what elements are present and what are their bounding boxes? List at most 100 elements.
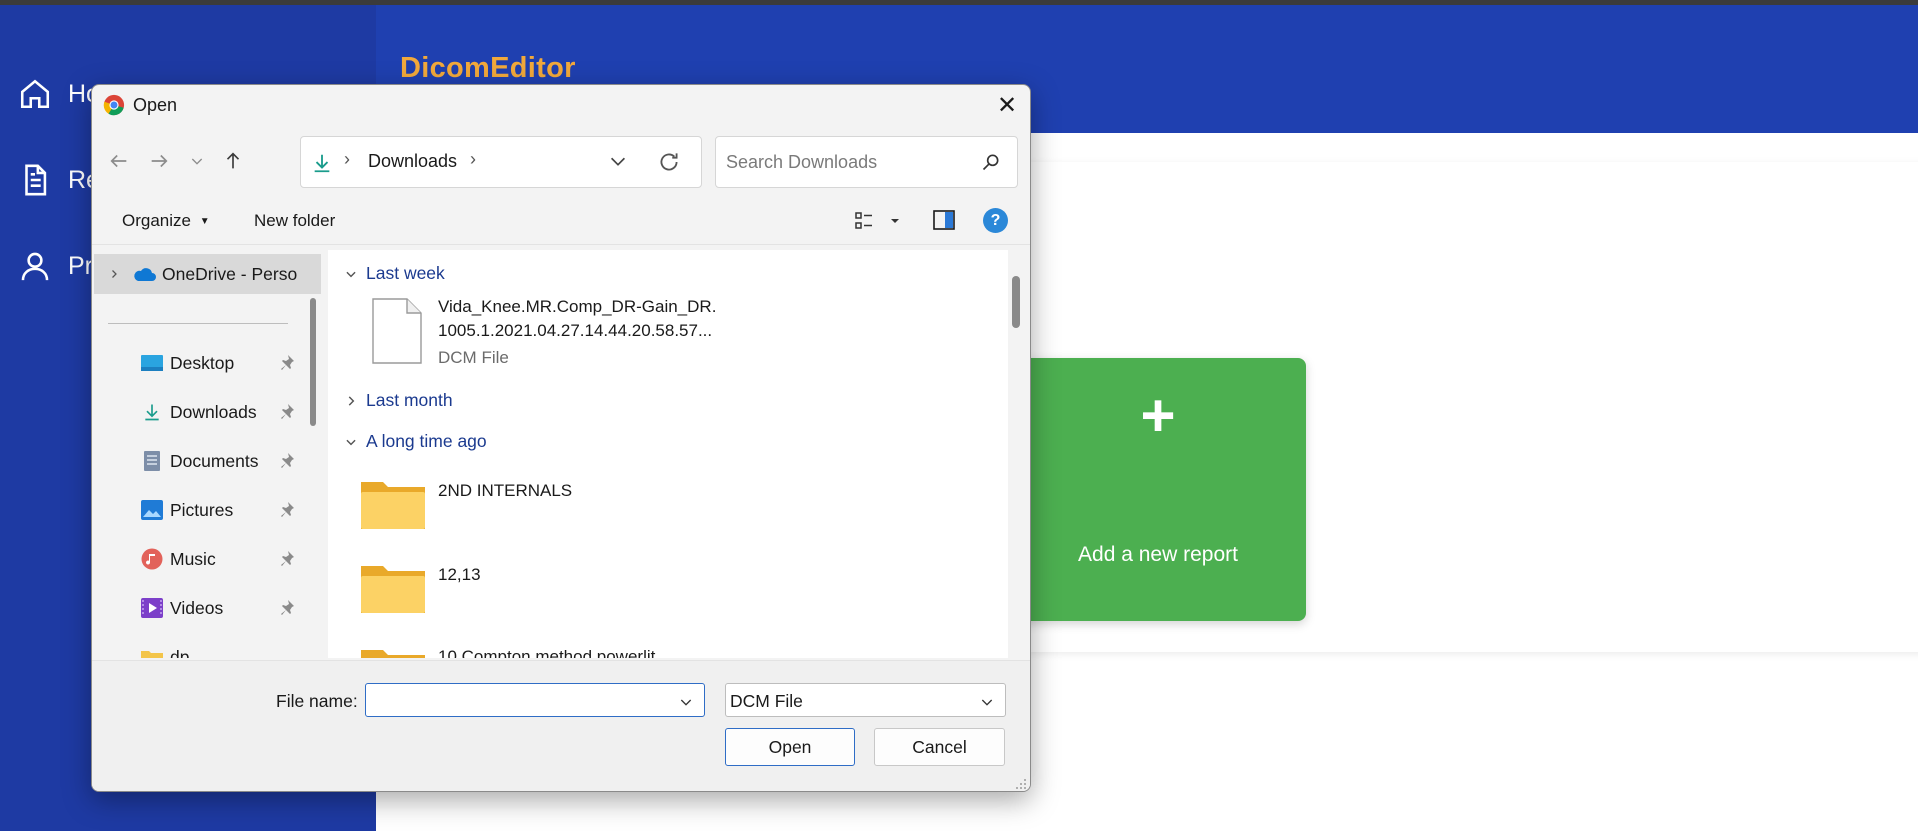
user-icon <box>21 252 49 281</box>
folder-name: 2ND INTERNALS <box>438 481 573 500</box>
group-header-last-month[interactable]: Last month <box>344 390 453 411</box>
folder-icon <box>361 566 425 613</box>
nav-pane-scrollbar[interactable] <box>310 298 316 426</box>
recent-locations-button[interactable] <box>180 144 214 178</box>
nav-item-music[interactable]: Music <box>94 539 321 579</box>
arrow-left-icon <box>110 154 127 168</box>
folder-item-partial[interactable]: 10 Compton method powerlit <box>360 644 760 658</box>
nav-item-downloads[interactable]: Downloads <box>94 392 321 432</box>
back-button[interactable] <box>102 144 136 178</box>
nav-item-videos[interactable]: Videos <box>94 588 321 628</box>
onedrive-icon <box>132 263 156 285</box>
address-bar[interactable]: › Downloads › <box>300 136 702 188</box>
breadcrumb-separator: › <box>344 149 350 169</box>
dialog-titlebar[interactable]: Open ✕ <box>92 85 1030 125</box>
pin-icon[interactable] <box>279 550 295 568</box>
up-button[interactable] <box>216 144 250 178</box>
pin-icon[interactable] <box>279 501 295 519</box>
arrow-up-icon <box>226 152 240 169</box>
open-file-dialog: Open ✕ › Downloads › Search Downloads Or… <box>91 84 1031 792</box>
file-type-select[interactable]: DCM File <box>725 683 1006 717</box>
file-item-dcm[interactable]: Vida_Knee.MR.Comp_DR-Gain_DR. 1005.1.202… <box>360 296 760 374</box>
document-icon <box>25 164 47 196</box>
search-icon[interactable] <box>981 152 1001 172</box>
folder-item-12-13[interactable]: 12,13 <box>360 560 760 620</box>
group-header-long-ago[interactable]: A long time ago <box>344 431 487 452</box>
nav-item-onedrive[interactable]: OneDrive - Perso <box>94 254 321 294</box>
chevron-down-icon <box>346 271 356 277</box>
nav-item-label: Downloads <box>170 401 257 422</box>
search-input[interactable] <box>726 150 966 174</box>
folder-icon <box>140 646 164 658</box>
pin-icon[interactable] <box>279 403 295 421</box>
arrow-right-icon <box>151 154 168 168</box>
close-button[interactable]: ✕ <box>984 85 1030 125</box>
breadcrumb-separator[interactable]: › <box>470 149 476 170</box>
nav-item-dp[interactable]: dp <box>94 637 321 658</box>
organize-label: Organize <box>122 211 191 230</box>
videos-icon <box>140 597 164 619</box>
new-folder-button[interactable]: New folder <box>254 211 335 231</box>
file-name-combobox[interactable] <box>365 683 705 717</box>
home-icon <box>20 79 50 109</box>
downloads-icon <box>314 154 330 173</box>
resize-grip-icon[interactable] <box>1015 778 1027 790</box>
pin-icon[interactable] <box>279 452 295 470</box>
file-name-input[interactable] <box>372 690 672 712</box>
file-type: DCM File <box>438 348 509 367</box>
file-list-scrollbar[interactable] <box>1012 276 1020 328</box>
search-box[interactable] <box>715 136 1018 188</box>
chevron-down-icon[interactable] <box>607 150 629 172</box>
preview-pane-button[interactable] <box>932 209 956 236</box>
view-options-button[interactable] <box>854 210 900 237</box>
chrome-icon <box>103 94 125 116</box>
nav-item-label: OneDrive - Perso <box>162 263 298 284</box>
chevron-right-icon <box>348 395 355 406</box>
sidebar-item-reports[interactable]: Re <box>18 163 100 197</box>
sidebar-item-home[interactable]: Ho <box>18 77 100 111</box>
file-name-label: File name: <box>276 691 358 711</box>
add-report-card[interactable]: + Add a new report <box>1010 358 1306 621</box>
nav-item-label: Videos <box>170 597 224 618</box>
file-type-value: DCM File <box>730 691 803 711</box>
caret-down-icon: ▼ <box>199 216 210 228</box>
dialog-footer: File name: DCM File Open Cancel <box>92 660 1030 791</box>
dialog-title: Open <box>133 95 178 115</box>
folder-item-2nd-internals[interactable]: 2ND INTERNALS <box>360 476 760 536</box>
breadcrumb-downloads[interactable]: Downloads <box>368 151 457 172</box>
sidebar-item-profile[interactable]: Pr <box>18 249 93 283</box>
add-report-label: Add a new report <box>1078 543 1238 566</box>
organize-button[interactable]: Organize ▼ <box>122 211 210 231</box>
refresh-icon[interactable] <box>656 149 682 175</box>
chevron-down-icon <box>191 158 203 165</box>
plus-icon: + <box>1140 382 1176 449</box>
cancel-button[interactable]: Cancel <box>874 728 1005 766</box>
folder-icon <box>361 482 425 529</box>
forward-button[interactable] <box>142 144 176 178</box>
chevron-down-icon[interactable] <box>678 694 694 710</box>
close-icon: ✕ <box>996 91 1018 119</box>
nav-item-pictures[interactable]: Pictures <box>94 490 321 530</box>
folder-name: 12,13 <box>438 565 481 584</box>
view-list-icon <box>855 212 899 229</box>
group-label: A long time ago <box>366 431 487 451</box>
help-button[interactable]: ? <box>983 208 1008 233</box>
pin-icon[interactable] <box>279 354 295 372</box>
navigation-row: › Downloads › <box>92 133 1030 189</box>
file-name: 1005.1.2021.04.27.14.44.20.58.57... <box>438 321 713 340</box>
desktop-icon <box>140 352 164 374</box>
music-icon <box>140 548 164 570</box>
documents-icon <box>140 450 164 472</box>
pictures-icon <box>140 499 164 521</box>
file-icon <box>372 298 422 364</box>
nav-item-desktop[interactable]: Desktop <box>94 343 321 383</box>
group-header-last-week[interactable]: Last week <box>344 263 445 284</box>
help-icon: ? <box>983 208 1008 233</box>
command-toolbar: Organize ▼ New folder ? <box>92 195 1030 245</box>
nav-item-label: Desktop <box>170 352 235 373</box>
group-label: Last month <box>366 390 453 410</box>
navigation-pane: OneDrive - Perso Desktop Downloads Docum… <box>94 250 321 658</box>
open-button[interactable]: Open <box>725 728 855 766</box>
nav-item-documents[interactable]: Documents <box>94 441 321 481</box>
pin-icon[interactable] <box>279 599 295 617</box>
